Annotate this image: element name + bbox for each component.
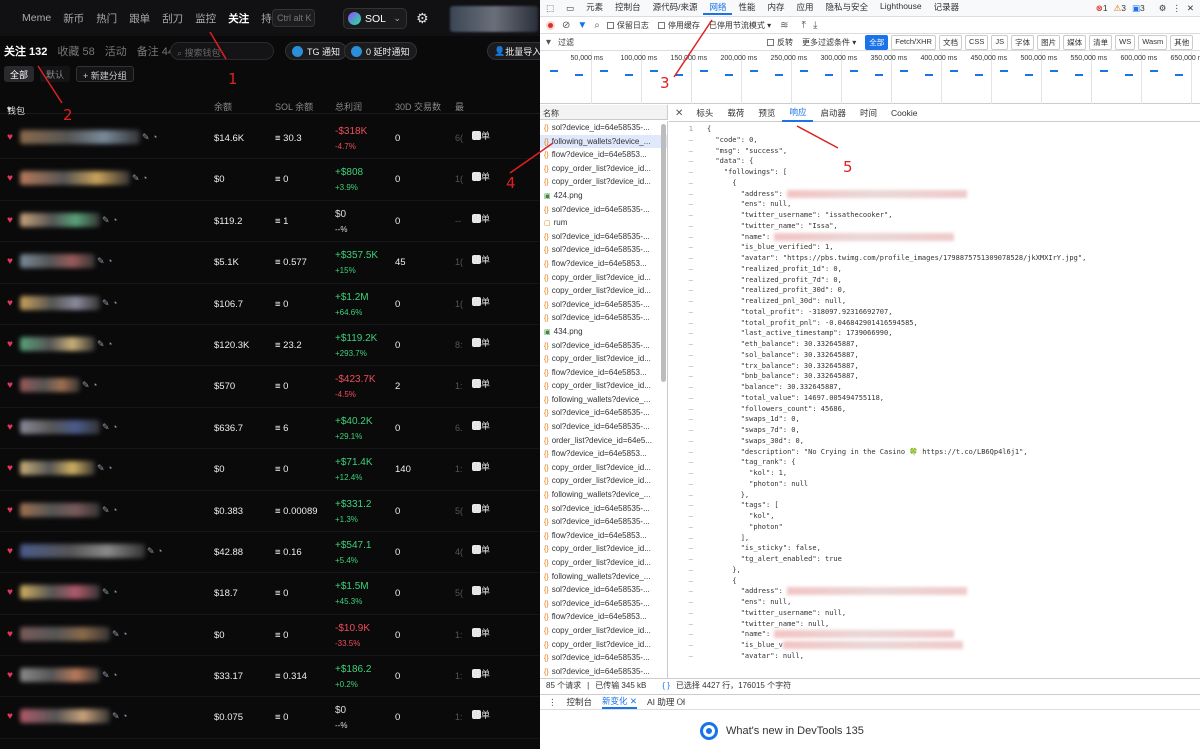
- annotation-arrow-3: [673, 19, 713, 78]
- annotation-arrow-5: [796, 125, 839, 149]
- annotation-arrow-4: [509, 142, 554, 174]
- annotation-arrow-2: [37, 65, 63, 104]
- annotation-2: 2: [63, 106, 73, 124]
- screenshot: Meme新币热门跟单刮刀监控关注持仓 Ctrl alt K SOL ⌄ ⚙ 关注…: [0, 0, 1200, 749]
- annotation-overlay: [37, 19, 839, 174]
- annotation-arrow-1: [209, 31, 227, 60]
- annotation-4: 4: [506, 174, 516, 192]
- annotation-5: 5: [843, 158, 853, 176]
- annotation-3: 3: [660, 74, 670, 92]
- annotation-1: 1: [228, 70, 238, 88]
